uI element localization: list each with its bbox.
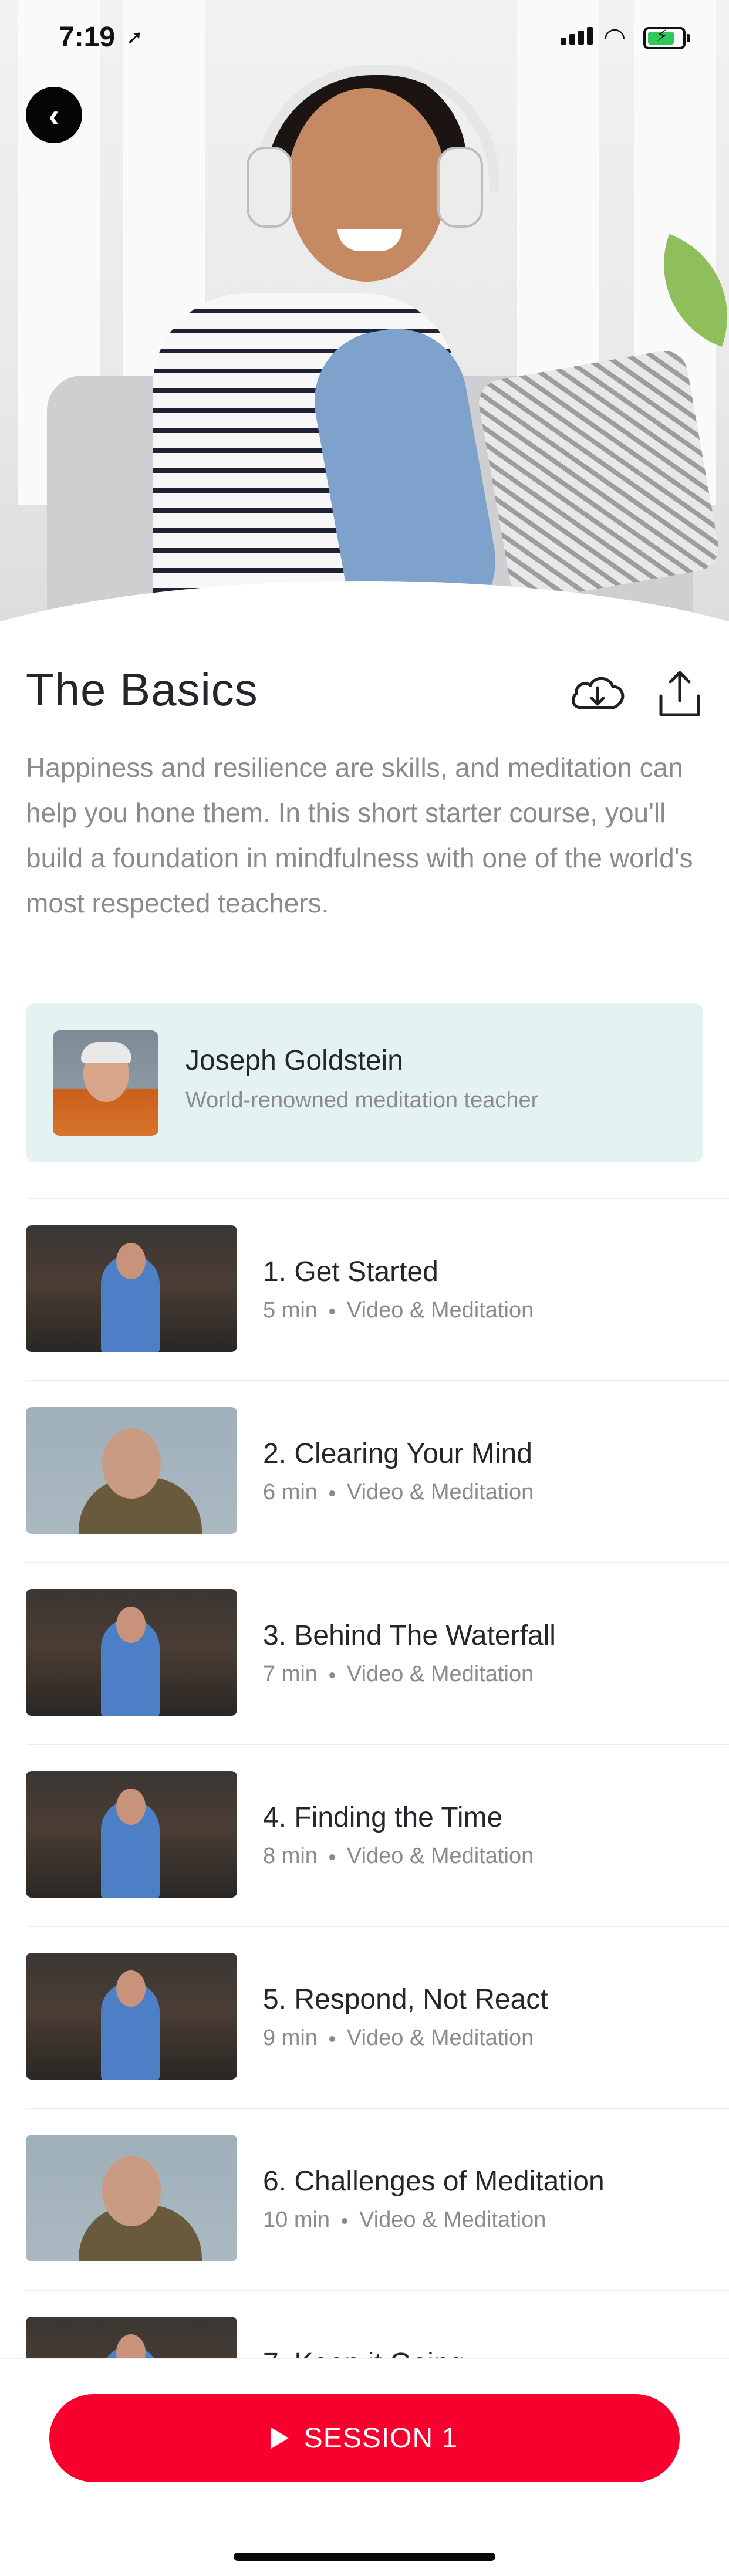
session-item[interactable]: 1. Get Started 5 min Video & Meditation (0, 1199, 729, 1380)
session-meta: 5 min Video & Meditation (263, 1298, 534, 1323)
session-title: 1. Get Started (263, 1256, 438, 1287)
back-button[interactable]: ‹ (26, 87, 82, 143)
start-session-label: SESSION 1 (303, 2422, 458, 2454)
status-time: 7:19 (59, 22, 116, 53)
teacher-role: World-renowned meditation teacher (185, 1088, 539, 1113)
session-thumbnail (26, 1771, 237, 1898)
chevron-left-icon: ‹ (48, 96, 60, 134)
session-thumbnail (26, 2135, 237, 2261)
home-indicator (234, 2553, 495, 2561)
share-icon[interactable] (656, 669, 703, 718)
session-item[interactable]: 4. Finding the Time 8 min Video & Meditat… (0, 1745, 729, 1926)
session-item[interactable]: 6. Challenges of Meditation 10 min Video … (0, 2109, 729, 2290)
wifi-icon: ◠ (603, 23, 626, 52)
course-description: Happiness and resilience are skills, and… (26, 752, 693, 918)
battery-icon: ⚡ (643, 26, 690, 49)
download-cloud-icon[interactable] (568, 669, 627, 716)
session-title: 3. Behind The Waterfall (263, 1620, 556, 1651)
session-meta: 7 min Video & Meditation (263, 1662, 534, 1686)
session-title: 5. Respond, Not React (263, 1984, 548, 2015)
teacher-name: Joseph Goldstein (185, 1045, 403, 1076)
session-item[interactable]: 2. Clearing Your Mind 6 min Video & Medit… (0, 1381, 729, 1562)
status-bar: 7:19 ➚ ◠ ⚡ (0, 0, 729, 76)
cellular-signal-icon (561, 27, 596, 45)
course-title: The Basics (26, 664, 258, 715)
session-thumbnail (26, 1589, 237, 1716)
session-title: 4. Finding the Time (263, 1802, 503, 1833)
session-item[interactable]: 3. Behind The Waterfall 7 min Video & Med… (0, 1563, 729, 1744)
session-title: 6. Challenges of Meditation (263, 2166, 605, 2197)
teacher-card[interactable]: Joseph Goldstein World-renowned meditati… (26, 1003, 703, 1162)
teacher-avatar (53, 1030, 158, 1136)
session-meta: 8 min Video & Meditation (263, 1844, 534, 1868)
session-item[interactable]: 5. Respond, Not React 9 min Video & Medit… (0, 1927, 729, 2108)
play-icon (271, 2428, 289, 2449)
session-meta: 9 min Video & Meditation (263, 2026, 534, 2050)
session-thumbnail (26, 1225, 237, 1352)
session-thumbnail (26, 1953, 237, 2080)
location-icon: ➚ (126, 26, 143, 49)
start-session-button[interactable]: SESSION 1 (49, 2394, 680, 2482)
session-meta: 6 min Video & Meditation (263, 1480, 534, 1505)
session-thumbnail (26, 1407, 237, 1534)
bottom-bar: SESSION 1 (0, 2358, 729, 2576)
hero-image (0, 0, 729, 634)
session-title: 2. Clearing Your Mind (263, 1438, 532, 1469)
session-meta: 10 min Video & Meditation (263, 2207, 546, 2232)
